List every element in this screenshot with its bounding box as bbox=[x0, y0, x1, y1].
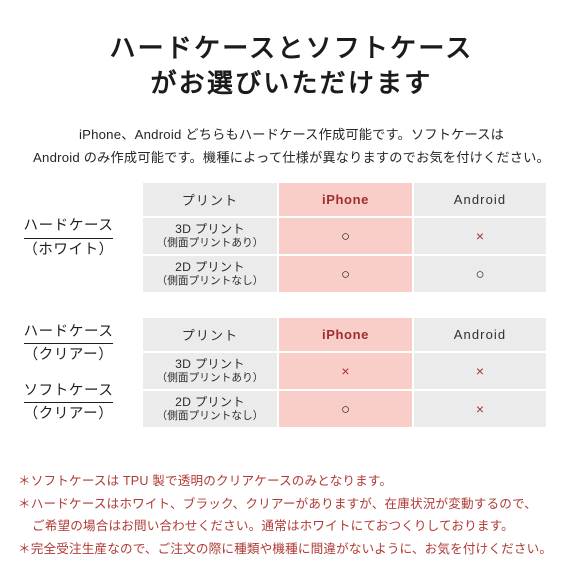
page-title-line-1: ハードケースとソフトケース bbox=[109, 33, 474, 63]
footer-note-line: ご希望の場合はお問い合わせください。通常はホワイトにておつくりしております。 bbox=[32, 519, 514, 533]
page-subtitle-line-1: iPhone、Android どちらもハードケース作成可能です。ソフトケースは bbox=[78, 127, 505, 142]
row-type-main: 3D プリント bbox=[175, 357, 245, 371]
availability-mark: × bbox=[341, 363, 350, 379]
availability-mark: ○ bbox=[340, 400, 351, 418]
table-cell-2d-iphone: ○ bbox=[279, 256, 412, 292]
table-row-label-2d: 2D プリント （側面プリントなし） bbox=[143, 256, 277, 292]
footer-note-line: ＊ハードケースはホワイト、ブラック、クリアーがありますが、在庫状況が変動するので… bbox=[18, 496, 537, 511]
table-row-label-group-clear: ハードケース （クリアー） ソフトケース （クリアー） bbox=[0, 318, 143, 427]
page-title-line-2: がお選びいただけます bbox=[150, 68, 433, 98]
table-cell-2d-android: ○ bbox=[414, 256, 546, 292]
footer-notes: ＊ソフトケースは TPU 製で透明のクリアケースのみとなります。 ＊ハードケース… bbox=[18, 470, 574, 560]
row-label-sub: （クリアー） bbox=[23, 346, 114, 363]
page-title: ハードケースとソフトケース がお選びいただけます bbox=[0, 0, 583, 101]
availability-mark: × bbox=[475, 401, 485, 417]
header-label: iPhone bbox=[322, 327, 369, 342]
availability-mark: ○ bbox=[340, 227, 351, 245]
footer-note-line: ＊完全受注生産なので、ご注文の際に種類や機種に間違がないように、お気を付けくださ… bbox=[18, 541, 553, 556]
table-header-iphone: iPhone bbox=[279, 318, 412, 351]
compatibility-table-clear: ハードケース （クリアー） ソフトケース （クリアー） プリント iPhone … bbox=[0, 318, 583, 427]
availability-mark: ○ bbox=[475, 265, 485, 283]
table-cell-2d-android: × bbox=[414, 391, 546, 427]
row-type-sub: （側面プリントなし） bbox=[156, 275, 264, 287]
page-subtitle: iPhone、Android どちらもハードケース作成可能です。ソフトケースは … bbox=[0, 123, 583, 169]
table-row-label-group-white: ハードケース （ホワイト） bbox=[0, 183, 143, 292]
table-header-android: Android bbox=[414, 183, 546, 216]
row-label-hardcase-white: ハードケース （ホワイト） bbox=[23, 215, 114, 259]
table-cell-3d-iphone: × bbox=[279, 353, 412, 389]
row-type-main: 2D プリント bbox=[175, 395, 245, 409]
row-label-sub: （クリアー） bbox=[23, 406, 114, 423]
availability-mark: × bbox=[475, 228, 485, 244]
row-label-hardcase-clear: ハードケース （クリアー） bbox=[23, 321, 114, 365]
header-label: プリント bbox=[181, 193, 239, 208]
page-subtitle-line-2: Android のみ作成可能です。機種によって仕様が異なりますのでお気を付けくだ… bbox=[33, 150, 550, 165]
header-label: プリント bbox=[181, 328, 239, 343]
table-header-print: プリント bbox=[143, 183, 277, 216]
table-header-iphone: iPhone bbox=[279, 183, 412, 216]
table-cell-3d-android: × bbox=[414, 218, 546, 254]
compatibility-table-hardcase-white: ハードケース （ホワイト） プリント iPhone Android 3D プリン… bbox=[0, 183, 583, 292]
row-label-main: ハードケース bbox=[23, 217, 114, 239]
row-type-main: 3D プリント bbox=[175, 222, 245, 236]
table-cell-3d-iphone: ○ bbox=[279, 218, 412, 254]
row-type-main: 2D プリント bbox=[175, 260, 245, 274]
availability-mark: ○ bbox=[340, 265, 351, 283]
row-type-sub: （側面プリントあり） bbox=[156, 237, 264, 249]
table-header-print: プリント bbox=[143, 318, 277, 351]
table-grid-clear: プリント iPhone Android 3D プリント （側面プリントあり） ×… bbox=[143, 318, 583, 427]
header-label: Android bbox=[453, 327, 507, 342]
table-header-android: Android bbox=[414, 318, 546, 351]
row-label-main: ハードケース bbox=[23, 323, 114, 344]
header-label: iPhone bbox=[322, 192, 369, 207]
row-label-main: ソフトケース bbox=[23, 382, 114, 404]
product-info-page: ハードケースとソフトケース がお選びいただけます iPhone、Android … bbox=[0, 0, 583, 583]
footer-note-line: ＊ソフトケースは TPU 製で透明のクリアケースのみとなります。 bbox=[18, 474, 393, 488]
row-type-sub: （側面プリントあり） bbox=[156, 372, 264, 384]
table-cell-3d-android: × bbox=[414, 353, 546, 389]
row-label-softcase-clear: ソフトケース （クリアー） bbox=[23, 380, 114, 424]
table-row-label-3d: 3D プリント （側面プリントあり） bbox=[143, 218, 277, 254]
table-cell-2d-iphone: ○ bbox=[279, 391, 412, 427]
table-row-label-2d: 2D プリント （側面プリントなし） bbox=[143, 391, 277, 427]
row-label-sub: （ホワイト） bbox=[23, 241, 114, 258]
table-row-label-3d: 3D プリント （側面プリントあり） bbox=[143, 353, 277, 389]
availability-mark: × bbox=[475, 363, 485, 379]
table-grid-white: プリント iPhone Android 3D プリント （側面プリントあり） ○… bbox=[143, 183, 583, 292]
row-type-sub: （側面プリントなし） bbox=[156, 410, 264, 422]
header-label: Android bbox=[453, 192, 507, 207]
